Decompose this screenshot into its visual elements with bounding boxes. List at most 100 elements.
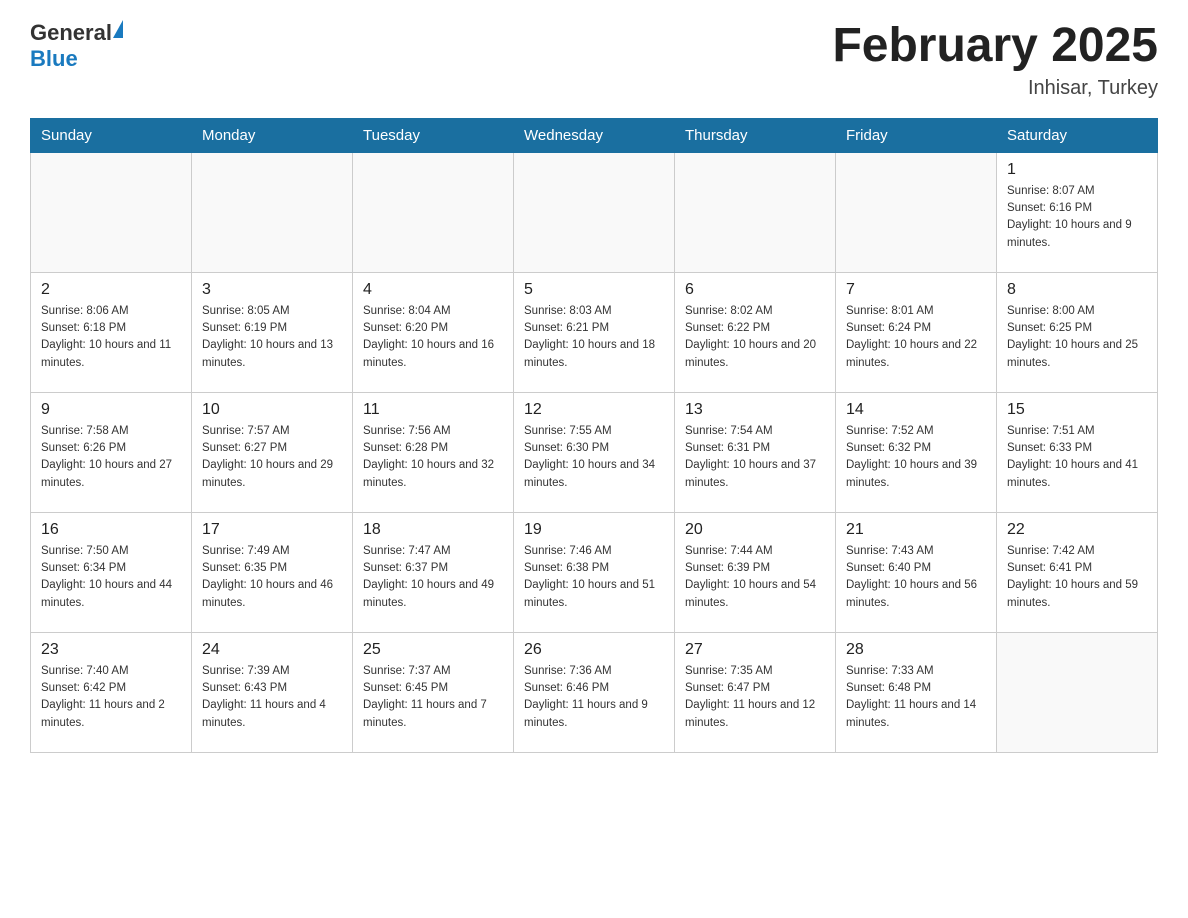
calendar-day-cell: 13 Sunrise: 7:54 AM Sunset: 6:31 PM Dayli… xyxy=(675,392,836,512)
day-info: Sunrise: 7:56 AM Sunset: 6:28 PM Dayligh… xyxy=(363,423,503,492)
day-number: 7 xyxy=(846,281,986,299)
day-info: Sunrise: 8:03 AM Sunset: 6:21 PM Dayligh… xyxy=(524,303,664,372)
calendar-day-cell xyxy=(514,152,675,272)
day-info: Sunrise: 7:33 AM Sunset: 6:48 PM Dayligh… xyxy=(846,663,986,732)
calendar-day-cell: 15 Sunrise: 7:51 AM Sunset: 6:33 PM Dayli… xyxy=(997,392,1158,512)
day-header-wednesday: Wednesday xyxy=(514,118,675,152)
calendar-day-cell: 17 Sunrise: 7:49 AM Sunset: 6:35 PM Dayli… xyxy=(192,512,353,632)
calendar-day-cell: 7 Sunrise: 8:01 AM Sunset: 6:24 PM Daylig… xyxy=(836,272,997,392)
calendar-day-cell: 22 Sunrise: 7:42 AM Sunset: 6:41 PM Dayli… xyxy=(997,512,1158,632)
day-info: Sunrise: 7:52 AM Sunset: 6:32 PM Dayligh… xyxy=(846,423,986,492)
day-number: 10 xyxy=(202,401,342,419)
calendar-day-cell: 27 Sunrise: 7:35 AM Sunset: 6:47 PM Dayli… xyxy=(675,632,836,752)
day-info: Sunrise: 7:39 AM Sunset: 6:43 PM Dayligh… xyxy=(202,663,342,732)
day-number: 6 xyxy=(685,281,825,299)
calendar-day-cell: 4 Sunrise: 8:04 AM Sunset: 6:20 PM Daylig… xyxy=(353,272,514,392)
day-info: Sunrise: 7:46 AM Sunset: 6:38 PM Dayligh… xyxy=(524,543,664,612)
day-info: Sunrise: 7:49 AM Sunset: 6:35 PM Dayligh… xyxy=(202,543,342,612)
day-number: 28 xyxy=(846,641,986,659)
calendar-day-cell: 2 Sunrise: 8:06 AM Sunset: 6:18 PM Daylig… xyxy=(31,272,192,392)
day-number: 26 xyxy=(524,641,664,659)
calendar-day-cell: 28 Sunrise: 7:33 AM Sunset: 6:48 PM Dayli… xyxy=(836,632,997,752)
day-number: 25 xyxy=(363,641,503,659)
day-header-sunday: Sunday xyxy=(31,118,192,152)
day-header-monday: Monday xyxy=(192,118,353,152)
day-info: Sunrise: 7:47 AM Sunset: 6:37 PM Dayligh… xyxy=(363,543,503,612)
day-number: 23 xyxy=(41,641,181,659)
logo-blue-part: Blue xyxy=(30,46,78,71)
calendar-day-cell: 6 Sunrise: 8:02 AM Sunset: 6:22 PM Daylig… xyxy=(675,272,836,392)
day-info: Sunrise: 7:51 AM Sunset: 6:33 PM Dayligh… xyxy=(1007,423,1147,492)
day-info: Sunrise: 8:05 AM Sunset: 6:19 PM Dayligh… xyxy=(202,303,342,372)
day-info: Sunrise: 7:50 AM Sunset: 6:34 PM Dayligh… xyxy=(41,543,181,612)
calendar-day-cell xyxy=(836,152,997,272)
logo: General Blue xyxy=(30,20,124,72)
calendar-day-cell: 1 Sunrise: 8:07 AM Sunset: 6:16 PM Daylig… xyxy=(997,152,1158,272)
calendar-week-row: 16 Sunrise: 7:50 AM Sunset: 6:34 PM Dayli… xyxy=(31,512,1158,632)
calendar-day-cell: 8 Sunrise: 8:00 AM Sunset: 6:25 PM Daylig… xyxy=(997,272,1158,392)
calendar-day-cell: 23 Sunrise: 7:40 AM Sunset: 6:42 PM Dayli… xyxy=(31,632,192,752)
day-number: 24 xyxy=(202,641,342,659)
calendar-day-cell: 16 Sunrise: 7:50 AM Sunset: 6:34 PM Dayli… xyxy=(31,512,192,632)
day-number: 21 xyxy=(846,521,986,539)
day-number: 14 xyxy=(846,401,986,419)
day-number: 9 xyxy=(41,401,181,419)
day-info: Sunrise: 7:36 AM Sunset: 6:46 PM Dayligh… xyxy=(524,663,664,732)
day-header-friday: Friday xyxy=(836,118,997,152)
day-number: 16 xyxy=(41,521,181,539)
day-number: 12 xyxy=(524,401,664,419)
day-info: Sunrise: 7:54 AM Sunset: 6:31 PM Dayligh… xyxy=(685,423,825,492)
logo-general-part: General xyxy=(30,20,112,46)
calendar-day-cell: 20Sunrise: 7:44 AM Sunset: 6:39 PM Dayli… xyxy=(675,512,836,632)
day-info: Sunrise: 7:37 AM Sunset: 6:45 PM Dayligh… xyxy=(363,663,503,732)
day-info: Sunrise: 7:58 AM Sunset: 6:26 PM Dayligh… xyxy=(41,423,181,492)
day-info: Sunrise: 8:04 AM Sunset: 6:20 PM Dayligh… xyxy=(363,303,503,372)
day-number: 2 xyxy=(41,281,181,299)
calendar-day-cell: 18 Sunrise: 7:47 AM Sunset: 6:37 PM Dayli… xyxy=(353,512,514,632)
day-info: Sunrise: 7:42 AM Sunset: 6:41 PM Dayligh… xyxy=(1007,543,1147,612)
title-area: February 2025 Inhisar, Turkey xyxy=(832,20,1158,100)
day-info: Sunrise: 7:35 AM Sunset: 6:47 PM Dayligh… xyxy=(685,663,825,732)
calendar-day-cell: 3 Sunrise: 8:05 AM Sunset: 6:19 PM Daylig… xyxy=(192,272,353,392)
calendar-day-cell: 9 Sunrise: 7:58 AM Sunset: 6:26 PM Daylig… xyxy=(31,392,192,512)
calendar-week-row: 9 Sunrise: 7:58 AM Sunset: 6:26 PM Daylig… xyxy=(31,392,1158,512)
day-number: 27 xyxy=(685,641,825,659)
calendar-title: February 2025 xyxy=(832,20,1158,73)
calendar-day-cell: 12 Sunrise: 7:55 AM Sunset: 6:30 PM Dayli… xyxy=(514,392,675,512)
day-number: 3 xyxy=(202,281,342,299)
day-number: 11 xyxy=(363,401,503,419)
day-number: 20 xyxy=(685,521,825,539)
day-number: 15 xyxy=(1007,401,1147,419)
calendar-day-cell: 24 Sunrise: 7:39 AM Sunset: 6:43 PM Dayli… xyxy=(192,632,353,752)
calendar-day-cell xyxy=(192,152,353,272)
calendar-week-row: 1 Sunrise: 8:07 AM Sunset: 6:16 PM Daylig… xyxy=(31,152,1158,272)
calendar-week-row: 23 Sunrise: 7:40 AM Sunset: 6:42 PM Dayli… xyxy=(31,632,1158,752)
day-number: 1 xyxy=(1007,161,1147,179)
page-header: General Blue February 2025 Inhisar, Turk… xyxy=(30,20,1158,100)
day-info: Sunrise: 7:57 AM Sunset: 6:27 PM Dayligh… xyxy=(202,423,342,492)
day-info: Sunrise: 8:07 AM Sunset: 6:16 PM Dayligh… xyxy=(1007,183,1147,252)
day-number: 4 xyxy=(363,281,503,299)
calendar-day-cell: 26 Sunrise: 7:36 AM Sunset: 6:46 PM Dayli… xyxy=(514,632,675,752)
day-info: Sunrise: 8:00 AM Sunset: 6:25 PM Dayligh… xyxy=(1007,303,1147,372)
day-number: 18 xyxy=(363,521,503,539)
day-number: 8 xyxy=(1007,281,1147,299)
calendar-day-cell xyxy=(31,152,192,272)
day-header-tuesday: Tuesday xyxy=(353,118,514,152)
logo-triangle-icon xyxy=(113,20,123,38)
day-info: Sunrise: 7:43 AM Sunset: 6:40 PM Dayligh… xyxy=(846,543,986,612)
calendar-week-row: 2 Sunrise: 8:06 AM Sunset: 6:18 PM Daylig… xyxy=(31,272,1158,392)
day-info: Sunrise: 8:01 AM Sunset: 6:24 PM Dayligh… xyxy=(846,303,986,372)
day-info: Sunrise: 8:06 AM Sunset: 6:18 PM Dayligh… xyxy=(41,303,181,372)
day-number: 17 xyxy=(202,521,342,539)
day-info: Sunrise: 7:55 AM Sunset: 6:30 PM Dayligh… xyxy=(524,423,664,492)
calendar-table: SundayMondayTuesdayWednesdayThursdayFrid… xyxy=(30,118,1158,753)
calendar-day-cell: 14 Sunrise: 7:52 AM Sunset: 6:32 PM Dayli… xyxy=(836,392,997,512)
day-number: 13 xyxy=(685,401,825,419)
day-info: Sunrise: 8:02 AM Sunset: 6:22 PM Dayligh… xyxy=(685,303,825,372)
calendar-day-cell xyxy=(675,152,836,272)
calendar-day-cell: 19Sunrise: 7:46 AM Sunset: 6:38 PM Dayli… xyxy=(514,512,675,632)
day-number: 22 xyxy=(1007,521,1147,539)
day-header-thursday: Thursday xyxy=(675,118,836,152)
day-info: Sunrise: 7:40 AM Sunset: 6:42 PM Dayligh… xyxy=(41,663,181,732)
